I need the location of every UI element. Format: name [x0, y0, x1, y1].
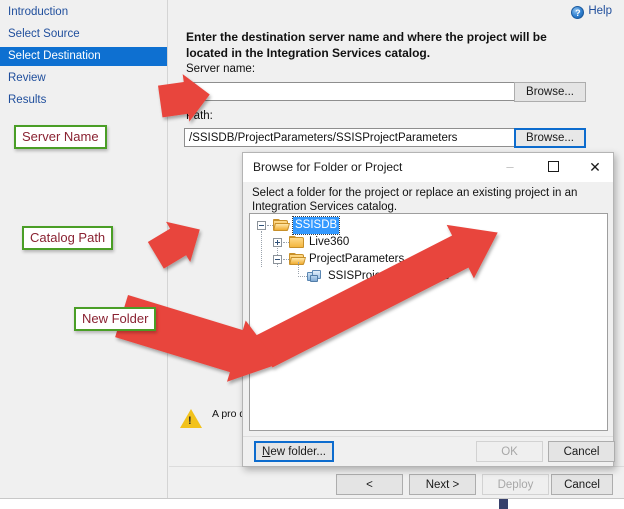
- tree-item-label: ProjectParameters: [309, 253, 405, 265]
- collapse-minus-icon[interactable]: [273, 255, 282, 264]
- path-label: Path:: [186, 110, 213, 122]
- bottom-marker: [499, 499, 508, 509]
- deploy-button: Deploy: [482, 474, 549, 495]
- browse-folder-dialog: Browse for Folder or Project – ✕ Select …: [242, 152, 615, 467]
- folder-open-icon: [273, 219, 290, 232]
- sidebar-item-review[interactable]: Review: [0, 69, 167, 88]
- next-button[interactable]: Next >: [409, 474, 476, 495]
- server-name-input[interactable]: [184, 82, 521, 101]
- dialog-title: Browse for Folder or Project: [253, 160, 403, 174]
- warning-triangle-icon: [180, 409, 202, 428]
- folder-open-icon: [289, 253, 306, 266]
- minimize-icon: –: [506, 159, 514, 174]
- maximize-icon[interactable]: [533, 153, 573, 181]
- previous-button[interactable]: < Previous: [336, 474, 403, 509]
- dialog-footer-divider: [243, 436, 613, 437]
- wizard-sidebar: Introduction Select Source Select Destin…: [0, 0, 168, 498]
- expand-plus-icon[interactable]: [273, 238, 282, 247]
- bottom-strip: [0, 498, 624, 509]
- sidebar-item-introduction[interactable]: Introduction: [0, 3, 167, 22]
- folder-closed-icon: [289, 236, 305, 249]
- catalog-tree-panel[interactable]: SSISDB Live360 ProjectParameters SSISPro…: [249, 213, 608, 431]
- tree-connector-line: [298, 262, 299, 274]
- project-icon: [307, 270, 322, 283]
- tree-item-label: SSISDB: [291, 216, 341, 235]
- close-icon[interactable]: ✕: [575, 153, 615, 181]
- path-input[interactable]: [184, 128, 521, 147]
- path-browse-button[interactable]: Browse...: [514, 128, 586, 148]
- wizard-cancel-button[interactable]: Cancel: [551, 474, 613, 495]
- sidebar-item-select-source[interactable]: Select Source: [0, 25, 167, 44]
- dialog-cancel-button[interactable]: Cancel: [548, 441, 615, 462]
- server-name-label: Server name:: [186, 63, 256, 75]
- server-name-browse-button[interactable]: Browse...: [514, 82, 586, 102]
- dialog-ok-button: OK: [476, 441, 543, 462]
- help-circle-icon: ?: [571, 6, 585, 19]
- dialog-titlebar: Browse for Folder or Project – ✕: [243, 153, 613, 182]
- help-link[interactable]: ? Help: [571, 3, 612, 19]
- collapse-minus-icon[interactable]: [257, 221, 266, 230]
- help-label: Help: [588, 5, 612, 17]
- dialog-description: Select a folder for the project or repla…: [252, 187, 578, 213]
- tree-dot-connector: [298, 276, 307, 277]
- sidebar-item-select-destination[interactable]: Select Destination: [0, 47, 167, 66]
- sidebar-item-results[interactable]: Results: [0, 91, 167, 110]
- tree-connector-line: [261, 231, 262, 267]
- tree-item-label: SSISProjectParameters: [328, 270, 450, 282]
- new-folder-button[interactable]: New folder...: [254, 441, 334, 462]
- page-title: Enter the destination server name and wh…: [186, 30, 547, 60]
- tree-item-label: Live360: [309, 236, 350, 248]
- maximize-square-icon: [547, 161, 559, 172]
- screenshot-root: Introduction Select Source Select Destin…: [0, 0, 624, 509]
